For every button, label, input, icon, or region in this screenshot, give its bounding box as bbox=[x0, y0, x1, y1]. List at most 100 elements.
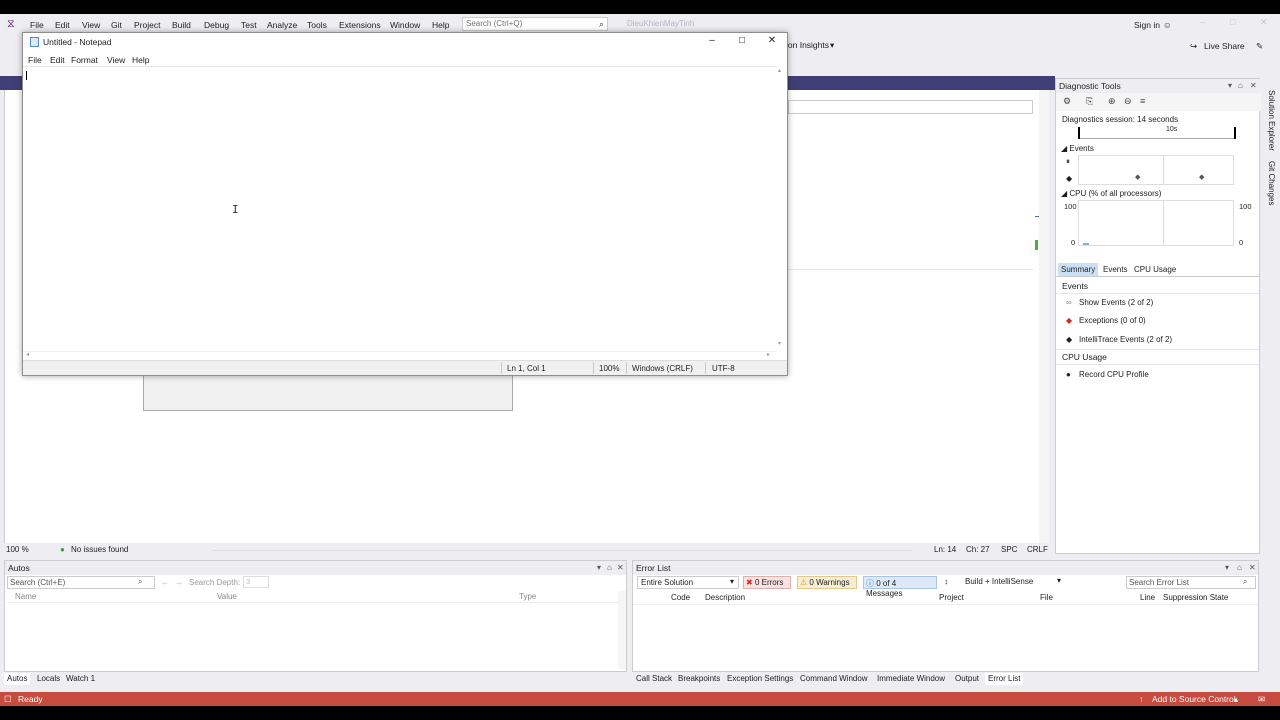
reset-view-icon[interactable]: ≡ bbox=[1140, 96, 1145, 106]
pin-icon[interactable]: ⌂ bbox=[1238, 79, 1243, 93]
insights-dropdown-icon[interactable]: ▾ bbox=[830, 40, 834, 51]
show-events-link[interactable]: Show Events (2 of 2) bbox=[1079, 298, 1153, 307]
pin-icon[interactable]: ⌂ bbox=[607, 561, 612, 575]
editor-horizontal-scrollbar[interactable] bbox=[212, 550, 912, 551]
application-insights-button[interactable]: ion Insights bbox=[786, 40, 829, 50]
scroll-right-icon[interactable]: ▸ bbox=[767, 351, 770, 358]
editor-zoom[interactable]: 100 % bbox=[6, 545, 29, 554]
pane-menu-icon[interactable]: ▾ bbox=[1228, 79, 1232, 93]
tab-command-window[interactable]: Command Window bbox=[800, 673, 868, 685]
tab-immediate-window[interactable]: Immediate Window bbox=[877, 673, 945, 685]
column-project[interactable]: Project bbox=[939, 593, 964, 602]
pane-menu-icon[interactable]: ▾ bbox=[597, 561, 601, 575]
pane-close-icon[interactable]: ✕ bbox=[617, 561, 624, 575]
close-icon[interactable]: ✕ bbox=[759, 35, 785, 46]
tab-call-stack[interactable]: Call Stack bbox=[636, 673, 672, 685]
errors-filter-button[interactable]: ✖ 0 Errors bbox=[743, 576, 791, 589]
minimize-icon[interactable]: – bbox=[699, 35, 725, 46]
vs-menu-project[interactable]: Project bbox=[134, 19, 160, 31]
notepad-vertical-scrollbar[interactable]: ▴ ▾ bbox=[777, 66, 787, 351]
vs-menu-file[interactable]: File bbox=[30, 19, 44, 31]
column-value[interactable]: Value bbox=[217, 592, 237, 601]
export-icon[interactable]: ⎘ bbox=[1086, 96, 1093, 107]
event-marker-icon[interactable]: ◆ bbox=[1199, 173, 1204, 181]
autos-scrollbar[interactable] bbox=[618, 591, 626, 669]
column-suppression-state[interactable]: Suppression State bbox=[1163, 593, 1228, 602]
scroll-down-icon[interactable]: ▾ bbox=[778, 340, 781, 347]
notepad-menu-format[interactable]: Format bbox=[71, 55, 98, 65]
error-list-search-input[interactable]: Search Error List ⌕ bbox=[1126, 576, 1256, 589]
timeline-end-handle[interactable] bbox=[1234, 127, 1236, 139]
vs-menu-extensions[interactable]: Extensions bbox=[339, 19, 381, 31]
tab-locals[interactable]: Locals bbox=[37, 673, 60, 685]
intellitrace-link[interactable]: IntelliTrace Events (2 of 2) bbox=[1079, 335, 1172, 344]
pane-close-icon[interactable]: ✕ bbox=[1249, 561, 1256, 575]
add-to-source-control-button[interactable]: Add to Source Control bbox=[1152, 692, 1236, 706]
line-ending-indicator[interactable]: CRLF bbox=[1027, 545, 1048, 554]
cpu-chart[interactable] bbox=[1078, 200, 1234, 246]
vs-menu-edit[interactable]: Edit bbox=[55, 19, 70, 31]
tab-cpu-usage[interactable]: CPU Usage bbox=[1134, 265, 1176, 274]
vs-menu-view[interactable]: View bbox=[82, 19, 100, 31]
vs-menu-help[interactable]: Help bbox=[432, 19, 449, 31]
tab-breakpoints[interactable]: Breakpoints bbox=[678, 673, 720, 685]
tab-events[interactable]: Events bbox=[1103, 265, 1127, 274]
tab-output[interactable]: Output bbox=[955, 673, 979, 685]
forward-arrow-icon[interactable]: → bbox=[175, 578, 183, 587]
messages-filter-button[interactable]: ⓘ 0 of 4 Messages bbox=[863, 576, 937, 598]
vs-menu-git[interactable]: Git bbox=[111, 19, 122, 31]
scroll-up-icon[interactable]: ▴ bbox=[778, 67, 781, 74]
column-type[interactable]: Type bbox=[519, 592, 536, 601]
search-depth-select[interactable]: 3 bbox=[243, 576, 269, 588]
solution-explorer-tab[interactable]: Solution Explorer bbox=[1267, 90, 1276, 151]
feedback-icon[interactable]: ✎ bbox=[1256, 41, 1263, 52]
record-cpu-profile-button[interactable]: Record CPU Profile bbox=[1079, 370, 1149, 379]
notepad-menu-file[interactable]: File bbox=[28, 55, 42, 65]
tab-autos[interactable]: Autos bbox=[4, 673, 31, 685]
autos-search-input[interactable]: Search (Ctrl+E) ⌕ bbox=[7, 576, 155, 589]
notepad-menu-help[interactable]: Help bbox=[132, 55, 149, 65]
event-marker-icon[interactable]: ◆ bbox=[1135, 173, 1140, 181]
tab-exception-settings[interactable]: Exception Settings bbox=[727, 673, 793, 685]
pane-menu-icon[interactable]: ▾ bbox=[1225, 561, 1229, 575]
notepad-menu-view[interactable]: View bbox=[107, 55, 125, 65]
column-file[interactable]: File bbox=[1040, 593, 1053, 602]
exceptions-link[interactable]: Exceptions (0 of 0) bbox=[1079, 316, 1146, 325]
pane-close-icon[interactable]: ✕ bbox=[1250, 79, 1257, 93]
timeline-start-handle[interactable] bbox=[1078, 127, 1080, 139]
issues-status[interactable]: No issues found bbox=[71, 545, 128, 554]
whitespace-indicator[interactable]: SPC bbox=[1001, 545, 1017, 554]
settings-gear-icon[interactable]: ⚙ bbox=[1063, 96, 1071, 107]
vs-menu-window[interactable]: Window bbox=[390, 19, 420, 31]
notepad-title-bar[interactable]: Untitled - Notepad – □ ✕ bbox=[23, 33, 787, 51]
pin-icon[interactable]: ⌂ bbox=[1237, 561, 1242, 575]
scroll-left-icon[interactable]: ◂ bbox=[26, 351, 29, 358]
column-code[interactable]: Code bbox=[671, 593, 690, 602]
vs-menu-analyze[interactable]: Analyze bbox=[267, 19, 297, 31]
events-track[interactable]: ◆ ◆ bbox=[1078, 155, 1234, 185]
events-section-header[interactable]: ◢ Events bbox=[1061, 144, 1094, 153]
user-icon[interactable]: ☺ bbox=[1163, 20, 1172, 30]
vs-menu-debug[interactable]: Debug bbox=[204, 19, 229, 31]
vs-menu-test[interactable]: Test bbox=[241, 19, 257, 31]
scope-select[interactable]: Entire Solution ▾ bbox=[637, 576, 739, 589]
live-share-button[interactable]: Live Share bbox=[1204, 41, 1245, 51]
notepad-horizontal-scrollbar[interactable]: ◂ ▸ bbox=[23, 351, 777, 360]
git-changes-tab[interactable]: Git Changes bbox=[1267, 161, 1276, 205]
tab-summary[interactable]: Summary bbox=[1058, 263, 1099, 276]
sign-in-link[interactable]: Sign in bbox=[1134, 20, 1160, 30]
vs-menu-tools[interactable]: Tools bbox=[307, 19, 327, 31]
vs-minimize-icon[interactable]: – bbox=[1200, 17, 1205, 27]
filter-icon[interactable]: ⨟ bbox=[945, 576, 948, 587]
column-name[interactable]: Name bbox=[15, 592, 36, 601]
zoom-out-icon[interactable]: ⊖ bbox=[1124, 96, 1132, 107]
session-timeline[interactable]: 10s bbox=[1078, 126, 1236, 139]
cpu-section-header[interactable]: ◢ CPU (% of all processors) bbox=[1061, 189, 1161, 198]
vs-maximize-icon[interactable]: □ bbox=[1230, 17, 1235, 27]
tab-error-list[interactable]: Error List bbox=[985, 673, 1024, 685]
member-dropdown[interactable] bbox=[788, 100, 1033, 114]
maximize-icon[interactable]: □ bbox=[729, 35, 755, 46]
column-line[interactable]: Line bbox=[1140, 593, 1155, 602]
vs-close-icon[interactable]: ✕ bbox=[1260, 17, 1268, 28]
build-filter-select[interactable]: Build + IntelliSense ▾ bbox=[963, 576, 1063, 589]
